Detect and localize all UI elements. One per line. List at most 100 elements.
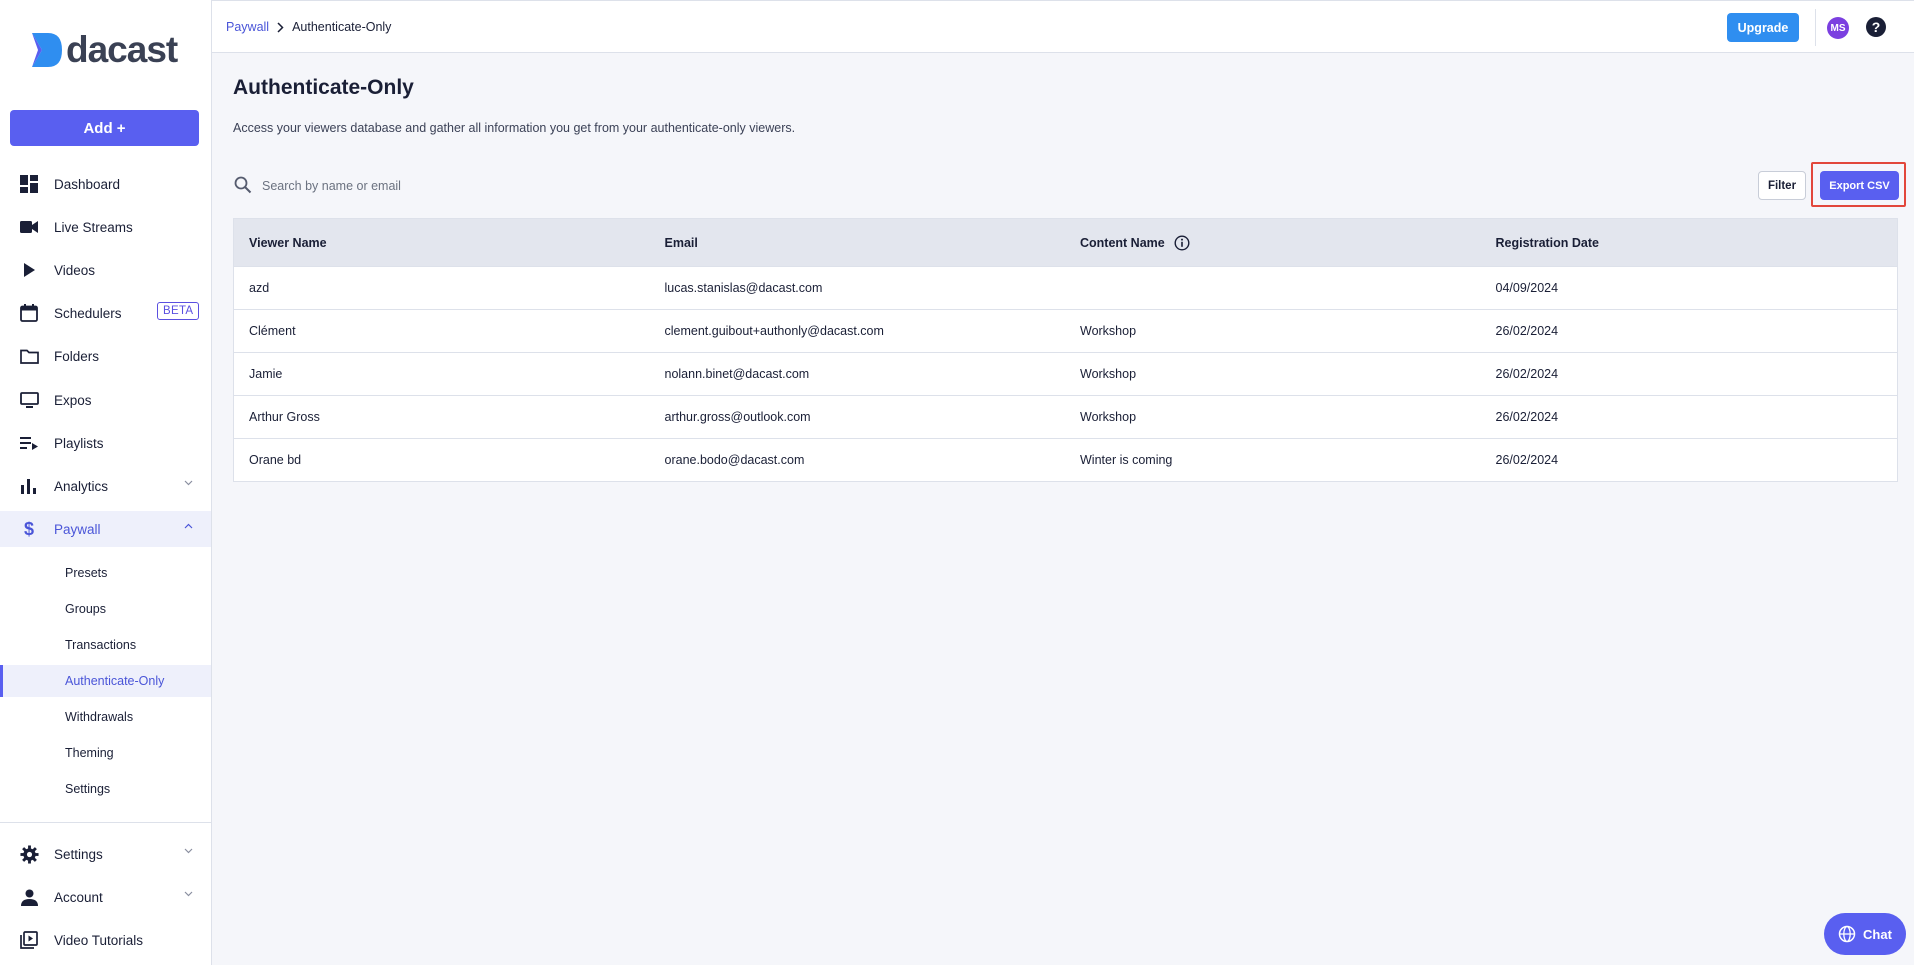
sidebar-item-live-streams[interactable]: Live Streams — [0, 209, 211, 245]
sidebar: dacast Add + Dashboard Live Streams Vide… — [0, 0, 212, 965]
cell-content-name: Winter is coming — [1080, 453, 1173, 467]
cell-viewer-name: Arthur Gross — [249, 410, 320, 424]
video-library-icon — [19, 930, 39, 950]
chevron-up-icon — [184, 523, 193, 529]
cell-content-name: Workshop — [1080, 410, 1137, 424]
cell-registration-date: 26/02/2024 — [1495, 410, 1559, 424]
submenu-item-presets[interactable]: Presets — [0, 557, 211, 589]
logo-wordmark: dacast — [66, 29, 178, 70]
cell-registration-date: 04/09/2024 — [1495, 281, 1559, 295]
filter-button[interactable]: Filter — [1758, 171, 1806, 200]
cell-viewer-name: Jamie — [249, 367, 283, 381]
column-header-label: Content Name — [1080, 235, 1165, 250]
column-header-label: Registration Date — [1495, 235, 1600, 250]
chevron-down-icon — [184, 848, 193, 854]
table-row[interactable]: Orane bd orane.bodo@dacast.com Winter is… — [234, 438, 1897, 481]
chat-label: Chat — [1863, 926, 1892, 942]
submenu-item-settings[interactable]: Settings — [0, 773, 211, 805]
cell-viewer-name: Orane bd — [249, 453, 302, 467]
submenu-item-transactions[interactable]: Transactions — [0, 629, 211, 661]
sidebar-item-label: Account — [54, 889, 103, 905]
table-row[interactable]: Clément clement.guibout+authonly@dacast.… — [234, 309, 1897, 352]
column-header-label: Viewer Name — [249, 235, 327, 250]
column-header-registration-date[interactable]: Registration Date — [1481, 236, 1898, 250]
beta-badge: BETA — [157, 302, 200, 320]
cell-email: nolann.binet@dacast.com — [664, 367, 810, 381]
sidebar-item-label: Settings — [54, 846, 103, 862]
dashboard-icon — [19, 174, 39, 194]
svg-text:?: ? — [1872, 19, 1881, 35]
dollar-icon: $ — [19, 519, 39, 539]
info-icon[interactable] — [1174, 234, 1190, 251]
page-description: Access your viewers database and gather … — [233, 121, 796, 135]
help-icon[interactable]: ? — [1866, 17, 1886, 37]
chat-button[interactable]: Chat — [1824, 913, 1906, 955]
breadcrumb: Paywall Authenticate-Only — [226, 20, 391, 34]
table-row[interactable]: Jamie nolann.binet@dacast.com Workshop 2… — [234, 352, 1897, 395]
sidebar-item-folders[interactable]: Folders — [0, 338, 211, 374]
cell-viewer-name: Clément — [249, 324, 296, 338]
sidebar-item-expos[interactable]: Expos — [0, 382, 211, 418]
sidebar-item-schedulers[interactable]: Schedulers BETA — [0, 295, 211, 331]
sidebar-item-label: Paywall — [54, 521, 101, 537]
sidebar-item-videos[interactable]: Videos — [0, 252, 211, 288]
cell-viewer-name: azd — [249, 281, 270, 295]
sidebar-item-label: Videos — [54, 262, 96, 278]
column-header-viewer-name[interactable]: Viewer Name — [234, 236, 650, 250]
sidebar-item-dashboard[interactable]: Dashboard — [0, 166, 211, 202]
sidebar-item-label: Live Streams — [54, 219, 133, 235]
chevron-down-icon — [184, 480, 193, 486]
user-avatar[interactable]: MS — [1827, 17, 1849, 39]
sidebar-item-playlists[interactable]: Playlists — [0, 425, 211, 461]
gear-icon — [19, 844, 39, 864]
chat-globe-icon — [1838, 925, 1856, 943]
submenu-item-authenticate-only[interactable]: Authenticate-Only — [0, 665, 211, 697]
sidebar-item-paywall[interactable]: $ Paywall — [0, 511, 211, 547]
table-row[interactable]: azd lucas.stanislas@dacast.com 04/09/202… — [234, 266, 1897, 309]
sidebar-item-label: Analytics — [54, 478, 109, 494]
cell-content-name: Workshop — [1080, 324, 1137, 338]
page-title: Authenticate-Only — [233, 76, 414, 99]
video-camera-icon — [19, 217, 39, 237]
play-icon — [19, 260, 39, 280]
sidebar-item-label: Dashboard — [54, 176, 121, 192]
column-header-content-name[interactable]: Content Name — [1065, 234, 1481, 251]
svg-text:$: $ — [24, 519, 34, 539]
sidebar-item-settings[interactable]: Settings — [0, 836, 211, 872]
sidebar-item-video-tutorials[interactable]: Video Tutorials — [0, 922, 211, 958]
column-header-email[interactable]: Email — [650, 236, 1066, 250]
chevron-down-icon — [184, 891, 193, 897]
bar-chart-icon — [19, 476, 39, 496]
upgrade-button[interactable]: Upgrade — [1727, 13, 1799, 42]
topbar: Paywall Authenticate-Only Upgrade MS ? — [212, 0, 1914, 53]
cell-email: orane.bodo@dacast.com — [664, 453, 805, 467]
breadcrumb-paywall-link[interactable]: Paywall — [226, 20, 269, 34]
viewers-table: Viewer Name Email Content Name Registrat… — [233, 218, 1898, 482]
monitor-icon — [19, 390, 39, 410]
dacast-logo[interactable]: dacast — [30, 29, 178, 70]
sidebar-item-label: Video Tutorials — [54, 932, 144, 948]
sidebar-item-account[interactable]: Account — [0, 879, 211, 915]
sidebar-item-label: Playlists — [54, 435, 104, 451]
search-input[interactable] — [262, 175, 762, 197]
add-button[interactable]: Add + — [10, 110, 199, 146]
export-csv-button[interactable]: Export CSV — [1820, 171, 1899, 200]
calendar-icon — [19, 303, 39, 323]
chevron-right-icon — [277, 21, 284, 33]
person-icon — [19, 887, 39, 907]
submenu-item-withdrawals[interactable]: Withdrawals — [0, 701, 211, 733]
submenu-item-groups[interactable]: Groups — [0, 593, 211, 625]
cell-registration-date: 26/02/2024 — [1495, 324, 1559, 338]
sidebar-divider — [0, 822, 211, 823]
cell-email: arthur.gross@outlook.com — [664, 410, 811, 424]
cell-email: lucas.stanislas@dacast.com — [664, 281, 823, 295]
cell-content-name: Workshop — [1080, 367, 1137, 381]
sidebar-item-analytics[interactable]: Analytics — [0, 468, 211, 504]
table-row[interactable]: Arthur Gross arthur.gross@outlook.com Wo… — [234, 395, 1897, 438]
column-header-label: Email — [664, 235, 698, 250]
submenu-item-theming[interactable]: Theming — [0, 737, 211, 769]
search-icon — [234, 176, 252, 194]
cell-registration-date: 26/02/2024 — [1495, 367, 1559, 381]
breadcrumb-current: Authenticate-Only — [292, 20, 392, 34]
sidebar-item-label: Folders — [54, 348, 100, 364]
